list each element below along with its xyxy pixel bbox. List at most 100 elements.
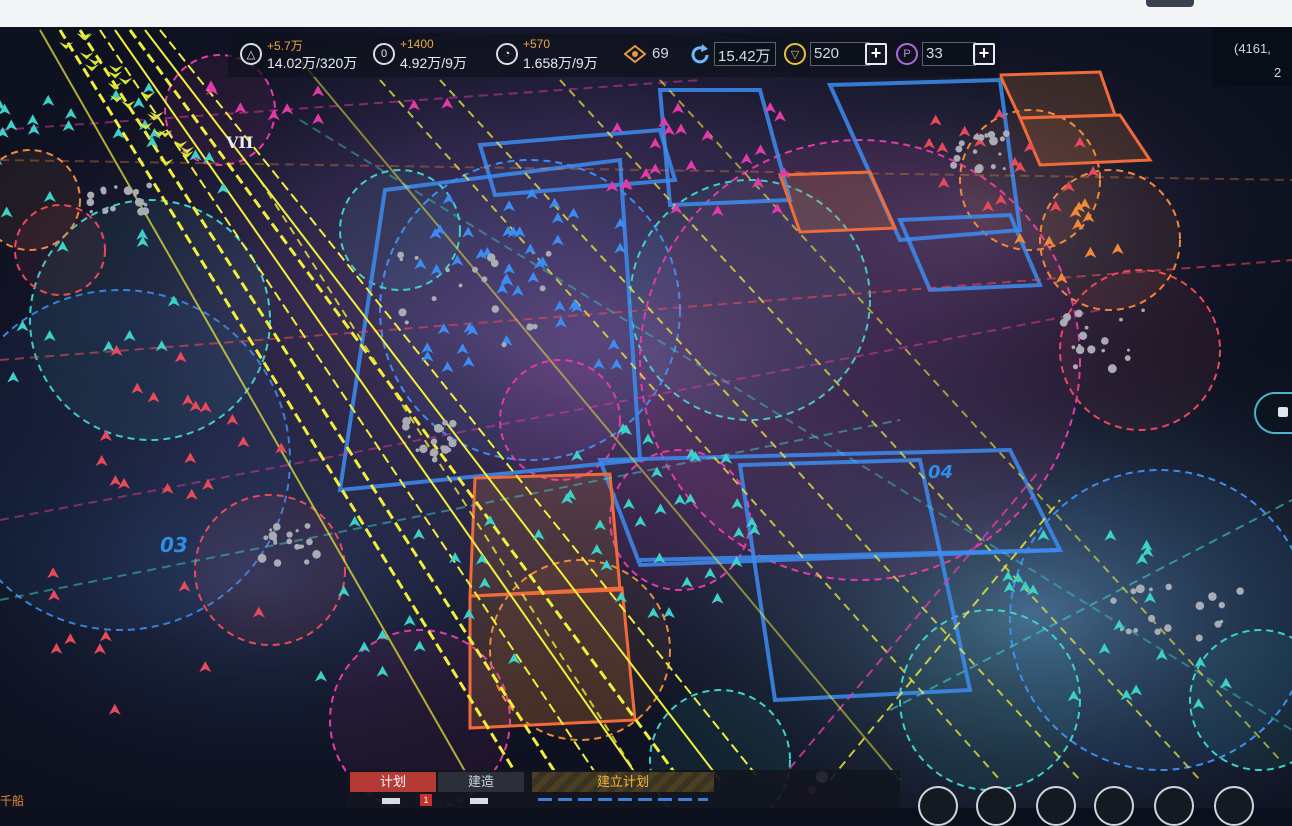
asteroid [950, 161, 958, 169]
asteroid [1002, 130, 1010, 137]
asteroid [1148, 587, 1153, 592]
asteroid [304, 559, 310, 565]
asteroid [1195, 634, 1203, 642]
asteroid [1154, 628, 1161, 635]
asteroid [404, 320, 409, 325]
asteroid [134, 197, 144, 207]
coordinate-readout: (4161, [1234, 41, 1271, 56]
premium-value: 33 [926, 45, 943, 62]
asteroid [1101, 337, 1109, 345]
asteroid [1074, 309, 1083, 318]
asteroid [975, 164, 984, 173]
resource-value: 4.92万/9万 [400, 55, 467, 71]
action-button-1[interactable] [918, 786, 958, 826]
resource-delta: +570 [523, 37, 551, 51]
tab-build[interactable]: 建造 [438, 772, 524, 792]
settings-gear-button[interactable] [1214, 786, 1254, 826]
asteroid [268, 531, 278, 541]
asteroid [1214, 620, 1222, 628]
create-plan-button[interactable]: 建立计划 [532, 772, 714, 792]
asteroid [1141, 308, 1145, 313]
asteroid [1126, 348, 1131, 352]
resource-value: 1.658万/9万 [523, 55, 598, 71]
asteroid [445, 267, 450, 273]
asteroid [298, 544, 303, 549]
plan-progress-dashes [538, 798, 708, 801]
resource-crystal[interactable]: 0 +1400 4.92万/9万 [373, 33, 483, 77]
asteroid [1084, 325, 1089, 330]
asteroid [501, 342, 507, 348]
asteroid [472, 266, 478, 273]
sector-label-03: 03 [160, 533, 188, 557]
asteroid [272, 523, 281, 531]
asteroid [440, 426, 445, 431]
asteroid [414, 255, 419, 260]
asteroid [998, 152, 1002, 156]
refresh-resource[interactable]: 15.42万 [688, 33, 778, 77]
asteroid [1002, 167, 1006, 171]
asteroid [539, 285, 546, 292]
resource-gas[interactable]: ◔ +570 1.658万/9万 [496, 33, 614, 77]
asteroid [295, 529, 299, 533]
asteroid [263, 535, 269, 541]
asteroid [1164, 624, 1172, 632]
resource-triangle[interactable]: △ +5.7万 14.02万/320万 [240, 33, 370, 77]
action-button-5[interactable] [1154, 786, 1194, 826]
refresh-icon [691, 44, 709, 64]
asteroid [441, 445, 450, 454]
asteroid [1147, 614, 1156, 623]
expand-icon [1278, 407, 1288, 417]
asteroid [1165, 583, 1172, 591]
asteroid [987, 130, 996, 139]
strategy-map[interactable]: VII 03 04 [0, 27, 1292, 808]
asteroid [977, 134, 985, 141]
asteroid [89, 209, 93, 214]
asteroid [100, 186, 107, 193]
browser-top-strip [0, 0, 1292, 27]
asteroid [257, 553, 267, 563]
coordinate-secondary: 2 [1274, 65, 1282, 80]
asteroid [87, 191, 95, 199]
asteroid [990, 164, 996, 170]
build-subtab[interactable] [470, 798, 488, 804]
asteroid [999, 136, 1005, 142]
asteroid [442, 419, 448, 426]
tab-plan[interactable]: 计划 [350, 772, 436, 792]
asteroid [1107, 364, 1117, 374]
asteroid [446, 436, 453, 442]
side-expand-tab[interactable] [1254, 392, 1292, 434]
resource-bar: △ +5.7万 14.02万/320万 0 +1400 4.92万/9万 ◔ +… [228, 33, 1000, 77]
asteroid [286, 531, 293, 538]
asteroid [102, 210, 106, 214]
asteroid [431, 296, 437, 302]
gas-resource-icon: ◔ [496, 43, 518, 65]
gold-coin-icon: ▽ [784, 43, 806, 65]
asteroid [1087, 345, 1096, 354]
triangle-resource-icon: △ [240, 43, 262, 65]
action-button-2[interactable] [976, 786, 1016, 826]
action-button-4[interactable] [1094, 786, 1134, 826]
plan-subtab[interactable] [382, 798, 400, 804]
window-pill [1146, 0, 1194, 7]
resource-delta: +5.7万 [267, 39, 303, 53]
asteroid [1078, 331, 1088, 341]
asteroid [273, 559, 282, 567]
action-button-3[interactable] [1036, 786, 1076, 826]
asteroid [1101, 348, 1105, 353]
asteroid [1130, 588, 1137, 595]
resource-value: 14.02万/320万 [267, 55, 358, 71]
asteroid [1071, 345, 1076, 350]
asteroid [491, 305, 500, 313]
fleet-count[interactable]: 69 [622, 33, 684, 77]
asteroid [123, 186, 133, 196]
add-gold-button[interactable]: + [865, 43, 887, 65]
gold-value: 520 [814, 45, 840, 62]
asteroid [143, 203, 148, 207]
asteroid [133, 188, 140, 195]
asteroid [1077, 343, 1081, 347]
bottom-left-label[interactable]: 千船 [0, 792, 24, 809]
asteroid [415, 448, 420, 452]
asteroid [398, 308, 407, 317]
asteroid [306, 538, 313, 546]
add-premium-button[interactable]: + [973, 43, 995, 65]
